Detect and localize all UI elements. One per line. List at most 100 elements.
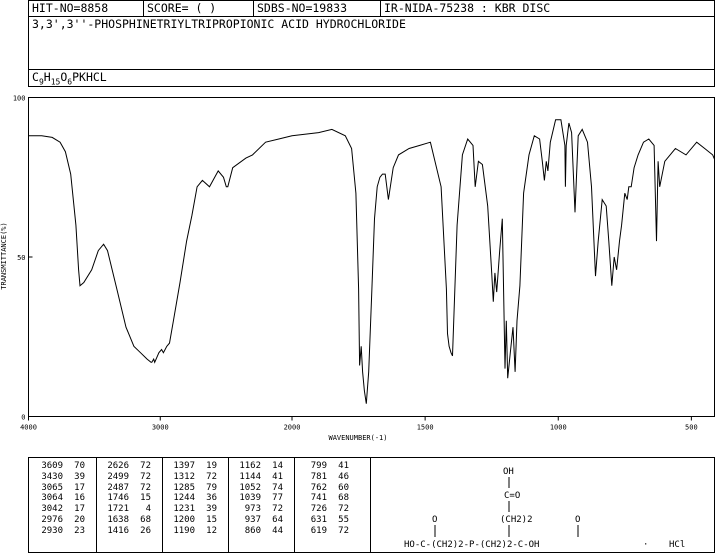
- peak-row: 1144 41: [231, 472, 283, 483]
- peak-transmittance: 16: [74, 493, 85, 504]
- peak-row: 1039 77: [231, 493, 283, 504]
- peak-transmittance: 72: [140, 461, 151, 471]
- peak-transmittance: 68: [140, 514, 151, 525]
- peak-wavenumber: 631: [310, 514, 327, 525]
- structure-c-o-top: C=O: [504, 491, 520, 501]
- peak-wavenumber: 1190: [173, 525, 195, 536]
- peak-wavenumber: 1231: [173, 504, 195, 515]
- peak-wavenumber: 1244: [173, 493, 195, 504]
- peak-transmittance: 46: [338, 471, 349, 482]
- peak-wavenumber: 619: [310, 525, 327, 536]
- peak-transmittance: 36: [206, 493, 217, 504]
- peak-table-divider: [162, 458, 163, 552]
- peak-transmittance: 15: [140, 493, 151, 504]
- peak-wavenumber: 2626: [107, 461, 129, 471]
- peak-wavenumber: 781: [310, 471, 327, 482]
- peak-row: 781 46: [297, 472, 349, 483]
- peak-row: 799 41: [297, 461, 349, 472]
- peak-transmittance: 41: [338, 461, 349, 471]
- peak-wavenumber: 2487: [107, 482, 129, 493]
- peak-transmittance: 72: [140, 482, 151, 493]
- x-tick-label: 4000: [20, 424, 37, 432]
- structure-ch2-top: (CH2)2: [500, 515, 533, 525]
- peak-row: 631 55: [297, 515, 349, 526]
- ir-spectrum-chart: 100500 4000 3000 2000 1500 1000 500 TRANSMITT…: [0, 95, 715, 442]
- structure-drawing: OH C=O (CH2)2 O O HO-C-(CH2)2-P-(CH2)2-C…: [404, 467, 685, 550]
- peak-wavenumber: 1039: [239, 493, 261, 504]
- peak-transmittance: 77: [272, 493, 283, 504]
- structure-salt: HCl: [669, 540, 685, 550]
- x-axis-label: WAVENUMBER(-1): [328, 434, 387, 442]
- peak-row: 2976 20: [33, 515, 85, 526]
- peak-wavenumber: 3609: [41, 461, 63, 471]
- peak-transmittance: 72: [206, 471, 217, 482]
- peak-row: 1200 15: [165, 515, 217, 526]
- peak-row: 1244 36: [165, 493, 217, 504]
- peak-row: 762 60: [297, 483, 349, 494]
- peak-wavenumber: 1200: [173, 514, 195, 525]
- peak-transmittance: 72: [140, 471, 151, 482]
- peak-row: 1285 79: [165, 483, 217, 494]
- peak-wavenumber: 3064: [41, 493, 63, 504]
- peak-transmittance: 79: [206, 482, 217, 493]
- peak-row: 2626 72: [99, 461, 151, 472]
- y-tick-label: 50: [17, 254, 25, 262]
- peak-transmittance: 17: [74, 504, 85, 515]
- peak-transmittance: 39: [206, 504, 217, 515]
- peak-wavenumber: 937: [244, 514, 261, 525]
- peak-transmittance: 74: [272, 482, 283, 493]
- peak-wavenumber: 2976: [41, 514, 63, 525]
- peak-wavenumber: 1144: [239, 471, 261, 482]
- peak-row: 2499 72: [99, 472, 151, 483]
- peak-row: 1162 14: [231, 461, 283, 472]
- peak-table-divider: [96, 458, 97, 552]
- peak-wavenumber: 1746: [107, 493, 129, 504]
- peak-wavenumber: 1162: [239, 461, 261, 471]
- peak-row: 3064 16: [33, 493, 85, 504]
- peak-transmittance: 26: [140, 525, 151, 536]
- peak-transmittance: 15: [206, 514, 217, 525]
- x-tick-label: 2000: [284, 424, 301, 432]
- peak-row: 741 68: [297, 493, 349, 504]
- peak-row: 1397 19: [165, 461, 217, 472]
- x-tick-label: 1500: [417, 424, 434, 432]
- peak-row: 1190 12: [165, 526, 217, 537]
- peak-row: 726 72: [297, 504, 349, 515]
- peak-wavenumber: 1312: [173, 471, 195, 482]
- peak-wavenumber: 1285: [173, 482, 195, 493]
- peak-table-column: 3609 70 3430 39 3065 17 3064 16 3042 17 2976 20 2930…: [33, 461, 85, 537]
- x-tick-label: 500: [685, 424, 698, 432]
- peak-transmittance: 12: [206, 525, 217, 536]
- peak-transmittance: 17: [74, 482, 85, 493]
- peak-table-column: 1162 14 1144 41 1052 74 1039 77 973 72 937 64 860 44: [231, 461, 283, 537]
- peak-transmittance: 4: [145, 504, 151, 515]
- peak-wavenumber: 1416: [107, 525, 129, 536]
- y-tick-label: 100: [13, 95, 26, 103]
- y-axis-label: TRANSMITTANCE(%): [0, 222, 8, 289]
- peak-transmittance: 39: [74, 471, 85, 482]
- peak-wavenumber: 1052: [239, 482, 261, 493]
- peak-table-divider: [294, 458, 295, 552]
- peak-row: 1721 4: [99, 504, 151, 515]
- peak-row: 937 64: [231, 515, 283, 526]
- peak-row: 1312 72: [165, 472, 217, 483]
- peak-row: 1746 15: [99, 493, 151, 504]
- peak-transmittance: 44: [272, 525, 283, 536]
- peak-transmittance: 19: [206, 461, 217, 471]
- peak-transmittance: 72: [272, 504, 283, 515]
- peak-row: 1638 68: [99, 515, 151, 526]
- peak-transmittance: 20: [74, 514, 85, 525]
- peak-row: 2487 72: [99, 483, 151, 494]
- peak-transmittance: 23: [74, 525, 85, 536]
- structure-main-chain: HO-C-(CH2)2-P-(CH2)2-C-OH: [404, 540, 539, 550]
- peak-transmittance: 64: [272, 514, 283, 525]
- peak-row: 2930 23: [33, 526, 85, 537]
- peak-row: 3065 17: [33, 483, 85, 494]
- peak-row: 973 72: [231, 504, 283, 515]
- peak-transmittance: 68: [338, 493, 349, 504]
- peak-row: 860 44: [231, 526, 283, 537]
- peak-wavenumber: 2499: [107, 471, 129, 482]
- structure-o-right: O: [575, 515, 580, 525]
- peak-row: 1052 74: [231, 483, 283, 494]
- peak-wavenumber: 1638: [107, 514, 129, 525]
